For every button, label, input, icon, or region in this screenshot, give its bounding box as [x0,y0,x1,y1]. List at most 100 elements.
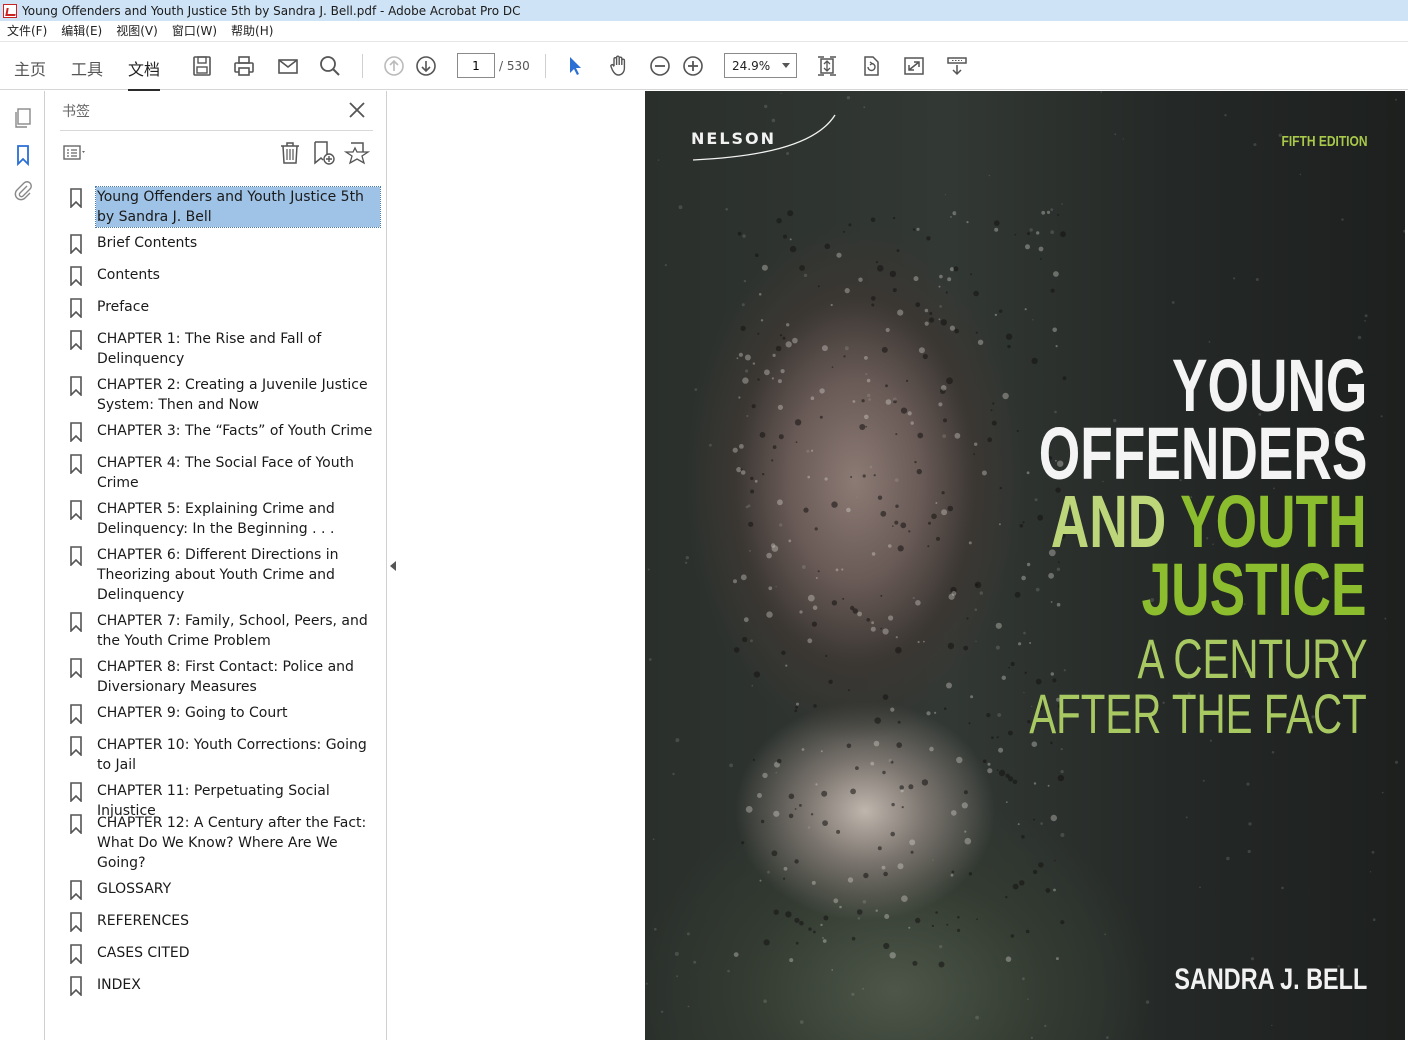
bookmark-icon [70,912,82,932]
toolbar-separator [545,54,546,78]
bookmark-label: CHAPTER 12: A Century after the Fact: Wh… [97,815,367,871]
bookmark-item[interactable]: REFERENCES [69,911,384,932]
cover-author: SANDRA J. BELL [1174,963,1367,996]
bookmark-item[interactable]: CHAPTER 4: The Social Face of Youth Crim… [69,453,384,493]
page-total: / 530 [499,59,530,73]
bookmark-item[interactable]: Preface [69,297,384,318]
bookmark-label: CHAPTER 4: The Social Face of Youth Crim… [97,455,354,491]
bookmark-item[interactable]: CHAPTER 9: Going to Court [69,703,384,724]
hand-icon[interactable] [605,53,631,79]
bookmark-icon [70,658,82,678]
zoom-dropdown[interactable]: 24.9% [724,53,797,78]
search-icon[interactable] [317,53,343,79]
bookmark-icon [70,500,82,520]
bookmark-icon [70,976,82,996]
bookmark-label: Young Offenders and Youth Justice 5th by… [95,186,381,228]
page-up-icon[interactable] [381,53,407,79]
tagged-bookmark-icon[interactable] [344,140,370,166]
read-mode-icon[interactable] [944,53,970,79]
rotate-icon[interactable] [858,53,884,79]
edition-label: FIFTH EDITION [1281,133,1367,150]
attachment-icon[interactable] [11,179,35,203]
bookmark-label: CHAPTER 2: Creating a Juvenile Justice S… [97,377,368,413]
acrobat-app-icon [3,3,17,18]
bookmark-label: CHAPTER 7: Family, School, Peers, and th… [97,613,368,649]
bookmark-item[interactable]: CHAPTER 8: First Contact: Police and Div… [69,657,384,697]
bookmark-label: GLOSSARY [97,881,172,897]
close-icon[interactable] [347,100,367,120]
menu-window[interactable]: 窗口(W) [165,21,224,42]
bookmark-icon [70,704,82,724]
bookmark-icon[interactable] [11,143,35,167]
cover-subtitle-line: AFTER THE FACT [1029,682,1367,745]
bookmark-item[interactable]: CHAPTER 12: A Century after the Fact: Wh… [69,813,384,873]
bookmark-icon [70,782,82,802]
bookmarks-panel-title: 书签 [62,104,90,120]
print-icon[interactable] [231,53,257,79]
pages-icon[interactable] [11,106,35,130]
email-icon[interactable] [275,53,301,79]
bookmark-icon [70,266,82,286]
delete-icon[interactable] [277,140,303,166]
bookmark-item[interactable]: GLOSSARY [69,879,384,900]
menu-bar: 文件(F) 编辑(E) 视图(V) 窗口(W) 帮助(H) [0,21,1408,42]
bookmark-icon [70,880,82,900]
bookmark-item[interactable]: CHAPTER 1: The Rise and Fall of Delinque… [69,329,384,369]
bookmark-item[interactable]: INDEX [69,975,384,996]
bookmark-label: CASES CITED [97,945,190,961]
bookmark-icon [70,736,82,756]
save-icon[interactable] [189,53,215,79]
fit-page-icon[interactable] [814,53,840,79]
bookmark-item[interactable]: CHAPTER 2: Creating a Juvenile Justice S… [69,375,384,415]
zoom-out-icon[interactable] [647,53,673,79]
bookmark-icon [70,298,82,318]
bookmark-label: CHAPTER 1: The Rise and Fall of Delinque… [97,331,322,367]
tab-home[interactable]: 主页 [14,56,46,80]
menu-edit[interactable]: 编辑(E) [54,21,109,42]
bookmark-icon [70,546,82,566]
window-title: Young Offenders and Youth Justice 5th by… [22,3,521,18]
menu-help[interactable]: 帮助(H) [224,21,280,42]
bookmark-item[interactable]: Brief Contents [69,233,384,254]
page-down-icon[interactable] [413,53,439,79]
bookmark-item[interactable]: CHAPTER 10: Youth Corrections: Going to … [69,735,384,775]
bookmark-item[interactable]: Young Offenders and Youth Justice 5th by… [69,186,384,228]
bookmark-label: CHAPTER 10: Youth Corrections: Going to … [97,737,367,773]
bookmark-label: CHAPTER 6: Different Directions in Theor… [97,547,339,603]
zoom-in-icon[interactable] [680,53,706,79]
bookmark-icon [70,376,82,396]
panel-divider [60,130,373,131]
bookmark-icon [70,612,82,632]
bookmark-item[interactable]: Contents [69,265,384,286]
tab-tools[interactable]: 工具 [71,56,103,80]
full-screen-icon[interactable] [901,53,927,79]
page-number-input[interactable] [457,53,495,78]
bookmark-item[interactable]: CHAPTER 7: Family, School, Peers, and th… [69,611,384,651]
bookmark-label: CHAPTER 3: The “Facts” of Youth Crime [97,423,373,439]
select-cursor-icon[interactable] [562,53,588,79]
toolbar-separator [362,54,363,78]
bookmark-label: CHAPTER 8: First Contact: Police and Div… [97,659,354,695]
tab-document[interactable]: 文档 [128,56,161,92]
cover-title-line: JUSTICE [1141,548,1367,631]
bookmark-label: Contents [97,267,160,283]
bookmark-icon [70,330,82,350]
new-bookmark-icon[interactable] [310,140,336,166]
pdf-page-cover: NELSON FIFTH EDITION YOUNG OFFENDERS AND… [645,91,1405,1040]
bookmark-icon [70,454,82,474]
main-toolbar: 主页 工具 文档 [0,42,1408,92]
bookmark-item[interactable]: CASES CITED [69,943,384,964]
menu-view[interactable]: 视图(V) [109,21,165,42]
bookmark-item[interactable]: CHAPTER 3: The “Facts” of Youth Crime [69,421,384,442]
cover-subtitle-line: A CENTURY [1136,627,1367,690]
title-bar: Young Offenders and Youth Justice 5th by… [0,0,1408,21]
bookmark-label: Preface [97,299,150,315]
publisher-logo: NELSON [691,129,777,148]
menu-file[interactable]: 文件(F) [0,21,54,42]
collapse-panel-handle[interactable] [390,561,396,571]
bookmark-label: CHAPTER 5: Explaining Crime and Delinque… [97,501,335,537]
bookmark-item[interactable]: CHAPTER 6: Different Directions in Theor… [69,545,384,605]
bookmark-options-icon[interactable] [62,140,88,166]
bookmark-icon [70,814,82,834]
bookmark-item[interactable]: CHAPTER 5: Explaining Crime and Delinque… [69,499,384,539]
